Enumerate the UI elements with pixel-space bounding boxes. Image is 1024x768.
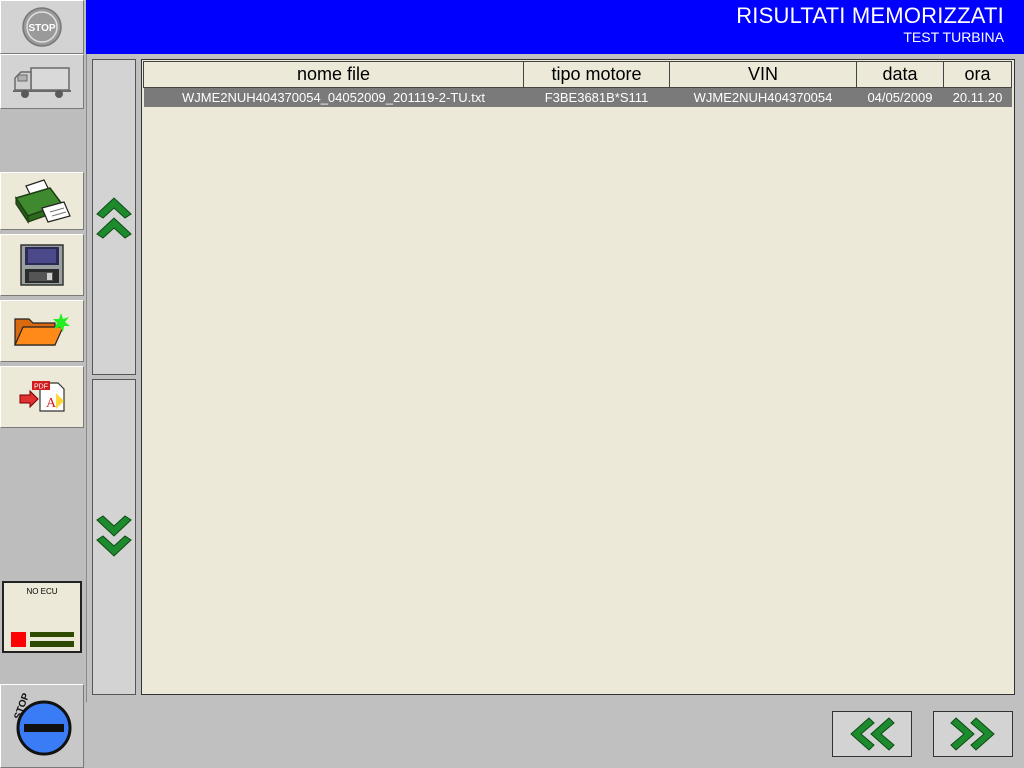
svg-text:A: A	[46, 396, 57, 411]
cell-date: 04/05/2009	[856, 87, 944, 107]
column-header-ora[interactable]: ora	[943, 61, 1012, 88]
ecu-status-panel: NO ECU	[2, 581, 82, 653]
stop-bottom-button[interactable]: STOP	[0, 684, 84, 768]
double-chevron-right-icon	[950, 717, 995, 751]
cell-vin: WJME2NUH404370054	[669, 87, 857, 107]
ecu-red-indicator	[11, 632, 26, 647]
previous-button[interactable]	[832, 711, 912, 757]
pdf-export-icon: PDF A	[19, 381, 65, 412]
double-chevron-up-icon	[96, 197, 132, 239]
stop-sign-icon: STOP	[22, 7, 62, 47]
table-header-row: nome file tipo motore VIN data ora	[143, 61, 1012, 88]
page-subtitle: TEST TURBINA	[903, 29, 1004, 45]
save-button[interactable]	[0, 234, 84, 296]
ecu-bar-indicator	[30, 632, 74, 637]
print-button[interactable]	[0, 172, 84, 230]
stop-button-icon: STOP	[12, 692, 72, 756]
column-header-vin[interactable]: VIN	[669, 61, 857, 88]
page-title: RISULTATI MEMORIZZATI	[736, 3, 1004, 28]
scroll-up-button[interactable]	[92, 59, 136, 375]
header-bar: RISULTATI MEMORIZZATI TEST TURBINA	[86, 0, 1024, 54]
printer-icon	[14, 179, 71, 224]
table-row[interactable]: WJME2NUH404370054_04052009_201119-2-TU.t…	[143, 87, 1012, 107]
double-chevron-left-icon	[850, 717, 895, 751]
pdf-export-button[interactable]: PDF A	[0, 366, 84, 428]
footer-bar	[86, 702, 1024, 768]
ecu-status-label: NO ECU	[26, 587, 58, 596]
cell-file-name: WJME2NUH404370054_04052009_201119-2-TU.t…	[143, 87, 524, 107]
scroll-down-button[interactable]	[92, 379, 136, 695]
stop-top-button[interactable]: STOP	[0, 0, 84, 54]
left-toolbar: STOP PDF A NO ECU STOP	[0, 0, 87, 768]
folder-open-icon	[14, 313, 70, 346]
ecu-bar-indicator	[30, 641, 74, 647]
vehicle-button[interactable]	[0, 54, 84, 109]
results-panel: nome file tipo motore VIN data ora WJME2…	[141, 59, 1015, 695]
truck-icon	[13, 66, 71, 98]
open-button[interactable]	[0, 300, 84, 362]
results-table: nome file tipo motore VIN data ora WJME2…	[143, 61, 1012, 107]
column-header-data[interactable]: data	[856, 61, 944, 88]
svg-text:PDF: PDF	[34, 384, 48, 391]
double-chevron-down-icon	[96, 515, 132, 557]
cell-engine-type: F3BE3681B*S111	[523, 87, 670, 107]
column-header-nome-file[interactable]: nome file	[143, 61, 524, 88]
cell-time: 20.11.20	[943, 87, 1012, 107]
column-header-tipo-motore[interactable]: tipo motore	[523, 61, 670, 88]
next-button[interactable]	[933, 711, 1013, 757]
stop-top-label: STOP	[28, 23, 55, 34]
floppy-disk-icon	[20, 244, 64, 286]
